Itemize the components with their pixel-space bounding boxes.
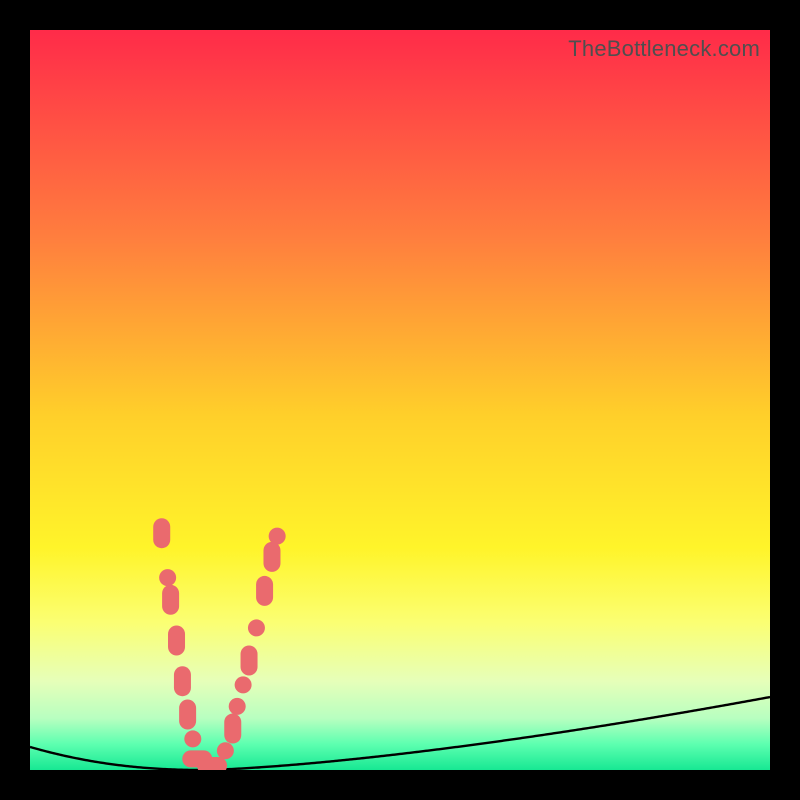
data-marker (235, 676, 252, 693)
data-marker (224, 714, 241, 744)
data-marker (248, 619, 265, 636)
plot-area: TheBottleneck.com (30, 30, 770, 770)
data-marker (179, 700, 196, 730)
data-marker (174, 666, 191, 696)
watermark-text: TheBottleneck.com (568, 36, 760, 62)
bottleneck-curve-layer (30, 30, 770, 770)
bottleneck-curve (30, 697, 770, 770)
data-marker (263, 542, 280, 572)
data-marker (217, 742, 234, 759)
data-marker (162, 585, 179, 615)
data-marker (159, 569, 176, 586)
data-marker (241, 645, 258, 675)
data-marker (153, 518, 170, 548)
data-markers (153, 518, 285, 770)
data-marker (269, 528, 286, 545)
data-marker (168, 626, 185, 656)
data-marker (256, 576, 273, 606)
data-marker (184, 730, 201, 747)
data-marker (229, 698, 246, 715)
chart-frame: TheBottleneck.com (0, 0, 800, 800)
data-marker (197, 757, 227, 770)
